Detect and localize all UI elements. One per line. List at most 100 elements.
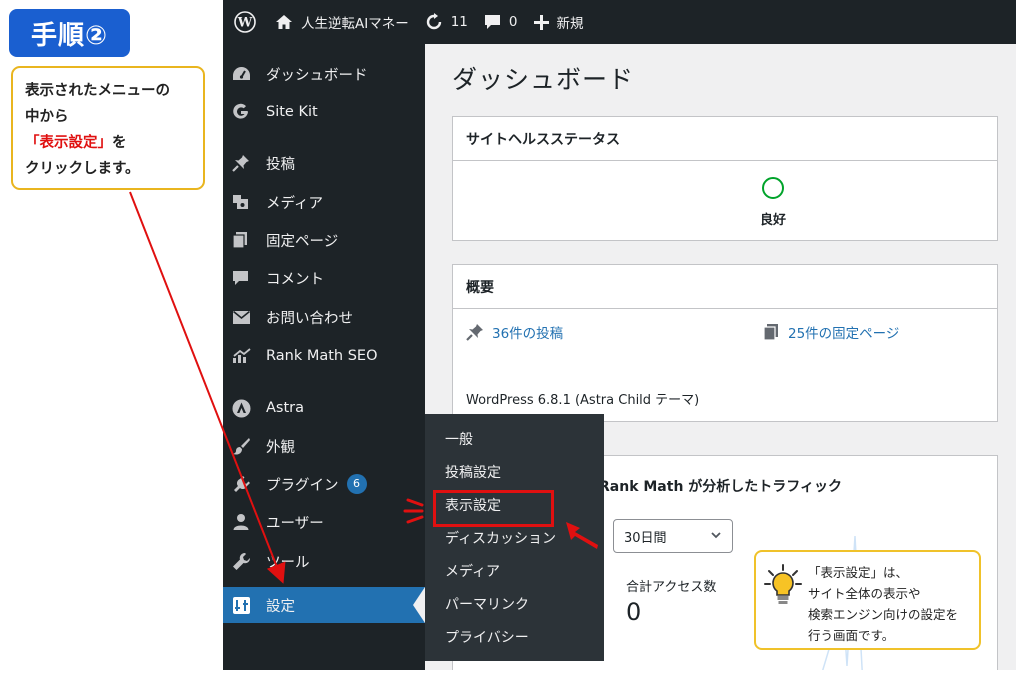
total-visits-label: 合計アクセス数 <box>626 580 717 595</box>
settings-submenu-flyout: 一般 投稿設定 表示設定 ディスカッション メディア パーマリンク プライバシー <box>425 414 604 661</box>
sidebar-item-label: Site Kit <box>266 104 318 120</box>
brush-icon <box>232 436 258 456</box>
wordpress-logo-icon[interactable]: W <box>223 0 267 44</box>
sidebar-item-label: 投稿 <box>266 156 295 173</box>
period-value: 30日間 <box>624 530 667 546</box>
sidebar-item-site-kit[interactable]: Site Kit <box>223 94 425 130</box>
admin-sidebar: ダッシュボード Site Kit 投稿 メディア 固定ページ コメント お問い合… <box>223 44 425 670</box>
posts-count: 36件の投稿 <box>492 326 564 342</box>
pages-icon <box>763 324 778 341</box>
sidebar-item-label: 外観 <box>266 439 295 456</box>
sidebar-item-users[interactable]: ユーザー <box>223 504 425 540</box>
note-line: 中から <box>25 109 69 125</box>
instruction-note: 表示されたメニューの 中から 「表示設定」を クリックします。 <box>11 66 205 190</box>
sidebar-item-appearance[interactable]: 外観 <box>223 428 425 464</box>
pin-icon <box>466 324 483 341</box>
tip-line: サイト全体の表示や <box>808 586 921 601</box>
sidebar-item-media[interactable]: メディア <box>223 184 425 220</box>
note-text: を <box>112 135 127 151</box>
tip-line: 行う画面です。 <box>808 628 895 643</box>
sidebar-item-label: お問い合わせ <box>266 310 353 327</box>
sidebar-item-label: 固定ページ <box>266 233 339 250</box>
tip-line: 検索エンジン向けの設定を <box>808 607 959 622</box>
sidebar-item-label: ユーザー <box>266 515 324 532</box>
wrench-icon <box>232 551 258 571</box>
comments-link[interactable]: 0 <box>476 0 526 44</box>
plugin-update-badge: 6 <box>346 474 367 494</box>
settings-icon <box>232 595 258 615</box>
widget-title: サイトヘルスステータス <box>453 117 997 161</box>
user-icon <box>232 512 258 532</box>
tip-box: 「表示設定」は、 サイト全体の表示や 検索エンジン向けの設定を 行う画面です。 <box>754 550 981 650</box>
refresh-icon <box>426 13 441 30</box>
widget-title: 概要 <box>453 265 997 309</box>
home-icon <box>276 15 292 29</box>
tip-line: 「表示設定」は、 <box>808 565 909 580</box>
health-status-label: 良好 <box>759 213 786 228</box>
highlight-frame <box>433 490 554 527</box>
chart-icon <box>232 346 258 366</box>
submenu-permalinks[interactable]: パーマリンク <box>425 587 604 620</box>
astra-icon <box>232 398 258 418</box>
sidebar-item-posts[interactable]: 投稿 <box>223 145 425 181</box>
comments-count: 0 <box>508 14 518 30</box>
page-title: ダッシュボード <box>452 65 635 94</box>
mail-icon <box>232 307 258 327</box>
plugin-icon <box>232 474 258 494</box>
pages-icon <box>232 230 258 250</box>
sidebar-item-astra[interactable]: Astra <box>223 390 425 426</box>
lightbulb-icon <box>764 564 802 604</box>
widget-title: Rank Math が分析したトラフィック <box>599 479 843 495</box>
sidebar-item-settings[interactable]: 設定 <box>223 587 425 623</box>
svg-text:W: W <box>237 16 253 31</box>
site-health-widget: サイトヘルスステータス 良好 <box>452 116 998 241</box>
sidebar-item-rank-math[interactable]: Rank Math SEO <box>223 338 425 374</box>
sidebar-item-label: Rank Math SEO <box>266 348 378 364</box>
total-visits-value: 0 <box>626 598 642 626</box>
note-line: 「表示設定」を <box>25 130 195 156</box>
step-badge: 手順② <box>9 9 130 57</box>
sidebar-item-label: メディア <box>266 195 323 212</box>
dashboard-icon <box>232 64 258 84</box>
updates-count: 11 <box>450 14 468 30</box>
sidebar-item-label: 設定 <box>266 598 295 615</box>
new-label: 新規 <box>556 16 584 32</box>
sidebar-item-dashboard[interactable]: ダッシュボード <box>223 56 425 92</box>
period-select[interactable]: 30日間 <box>613 519 733 553</box>
pages-count-link[interactable]: 25件の固定ページ <box>763 322 899 342</box>
submenu-writing[interactable]: 投稿設定 <box>425 455 604 488</box>
sidebar-item-pages[interactable]: 固定ページ <box>223 222 425 258</box>
comment-icon <box>232 268 258 288</box>
wp-version-text: WordPress 6.8.1 (Astra Child テーマ) <box>466 393 700 408</box>
note-line: クリックします。 <box>25 161 140 177</box>
sidebar-item-contact[interactable]: お問い合わせ <box>223 299 425 335</box>
health-status-circle-icon <box>762 177 784 199</box>
new-content-link[interactable]: 新規 <box>526 0 592 44</box>
note-highlight: 「表示設定」 <box>25 135 112 151</box>
plus-icon <box>533 14 549 30</box>
comment-icon <box>484 15 500 29</box>
sidebar-item-plugins[interactable]: プラグイン 6 <box>223 466 425 502</box>
site-name-link[interactable]: 人生逆転AIマネー <box>267 0 417 44</box>
submenu-media[interactable]: メディア <box>425 554 604 587</box>
submenu-privacy[interactable]: プライバシー <box>425 620 604 653</box>
media-icon <box>232 192 258 212</box>
sidebar-item-label: ツール <box>266 554 310 571</box>
sidebar-item-label: ダッシュボード <box>266 67 368 84</box>
admin-bar: W 人生逆転AIマネー 11 0 新規 <box>223 0 1016 44</box>
google-icon <box>232 102 258 122</box>
sidebar-item-label: コメント <box>266 271 324 288</box>
chevron-down-icon <box>711 532 721 539</box>
active-menu-pointer <box>413 587 425 623</box>
pin-icon <box>232 153 258 173</box>
submenu-general[interactable]: 一般 <box>425 422 604 455</box>
pages-count: 25件の固定ページ <box>788 326 900 342</box>
sidebar-item-comments[interactable]: コメント <box>223 260 425 296</box>
sidebar-item-tools[interactable]: ツール <box>223 543 425 579</box>
site-name: 人生逆転AIマネー <box>301 16 409 32</box>
posts-count-link[interactable]: 36件の投稿 <box>466 322 563 342</box>
at-a-glance-widget: 概要 36件の投稿 25件の固定ページ WordPress 6.8.1 (Ast… <box>452 264 998 422</box>
note-line: 表示されたメニューの <box>25 83 170 99</box>
updates-link[interactable]: 11 <box>417 0 476 44</box>
sidebar-item-label: Astra <box>266 400 305 416</box>
